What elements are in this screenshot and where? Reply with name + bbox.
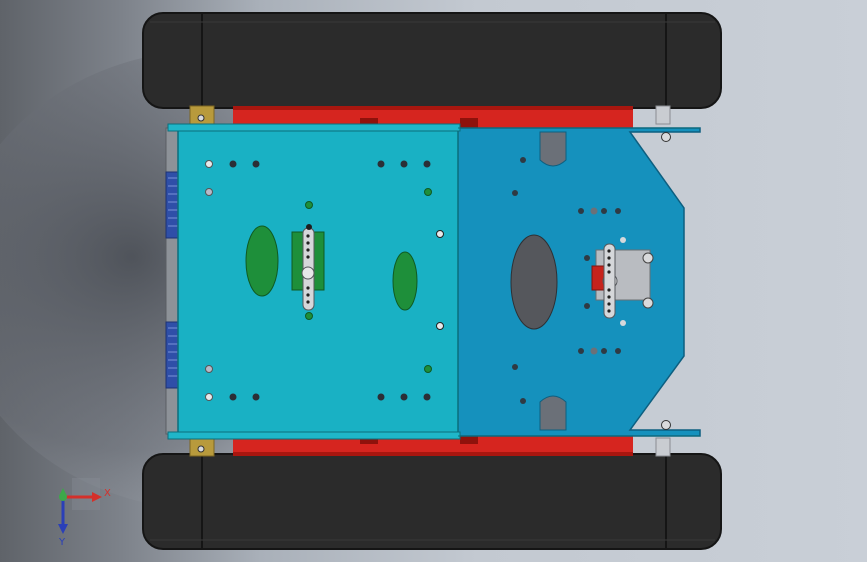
- screw-head-icon: [197, 445, 205, 453]
- screw-head-icon: [661, 132, 671, 142]
- axis-y-label: Y: [58, 537, 66, 548]
- green-pad-left: [245, 225, 279, 297]
- screw-head-icon: [661, 420, 671, 430]
- green-pad-right: [392, 251, 418, 311]
- coordinate-triad-icon: X Y: [58, 478, 111, 548]
- screw-head-icon: [642, 297, 654, 309]
- screw-head-icon: [197, 114, 205, 122]
- silver-hub-bottom: [655, 437, 671, 457]
- servo-horn-icon: [603, 243, 616, 319]
- screw-head-icon: [642, 252, 654, 264]
- track-bottom[interactable]: [142, 453, 722, 550]
- silver-hub-top: [655, 105, 671, 125]
- cad-viewport[interactable]: X Y: [0, 0, 867, 562]
- cutout-oval: [510, 234, 558, 330]
- track-top[interactable]: [142, 12, 722, 109]
- axis-x-label: X: [104, 488, 111, 499]
- lower-plate[interactable]: [439, 127, 701, 437]
